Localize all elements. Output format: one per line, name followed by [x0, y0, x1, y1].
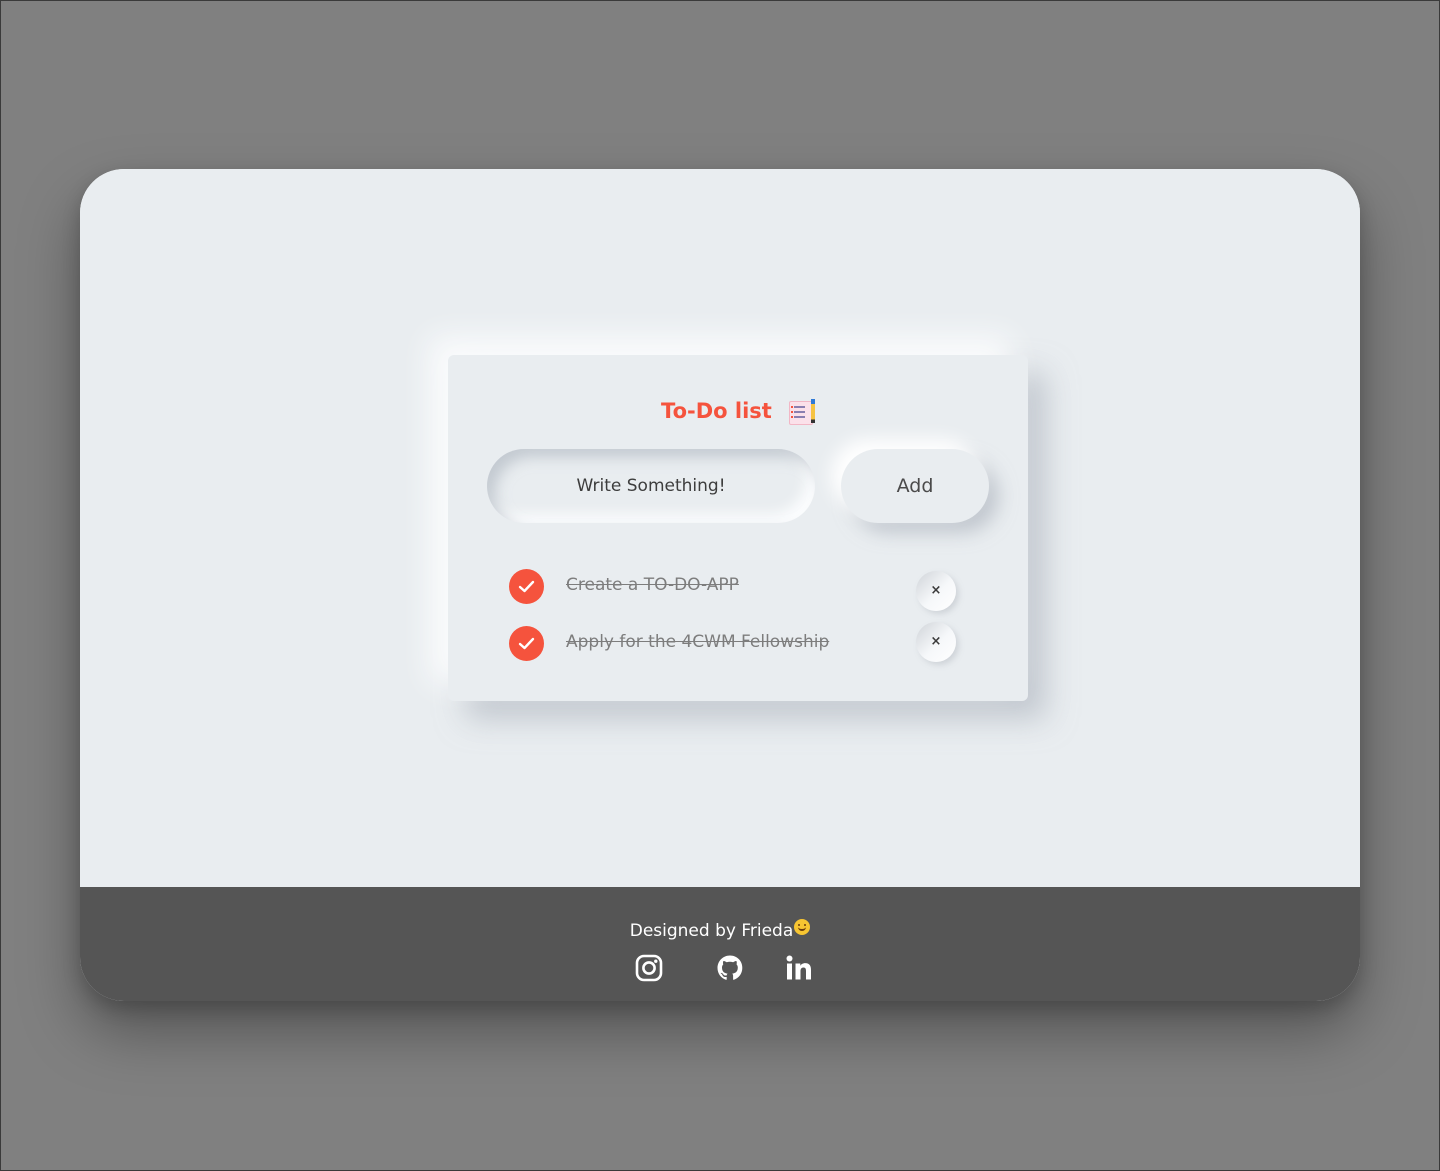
task-text: Create a TO-DO-APP: [566, 575, 739, 595]
task-item: Apply for the 4CWM Fellowship ×: [509, 622, 969, 663]
task-text: Apply for the 4CWM Fellowship: [566, 632, 830, 652]
credit-text: Designed by Frieda: [629, 921, 794, 941]
task-checkbox[interactable]: [509, 569, 544, 604]
title-row: To-Do list: [448, 399, 1028, 429]
social-links: [80, 953, 1360, 983]
delete-task-button[interactable]: ×: [916, 571, 956, 611]
footer-credit: Designed by Frieda: [80, 919, 1360, 941]
delete-task-button[interactable]: ×: [916, 622, 956, 662]
task-item: Create a TO-DO-APP ×: [509, 566, 969, 611]
main-content: To-Do list Add Create a TO-DO-APP: [80, 169, 1360, 887]
task-checkbox[interactable]: [509, 626, 544, 661]
todo-card: To-Do list Add Create a TO-DO-APP: [448, 355, 1028, 701]
instagram-link[interactable]: [634, 953, 664, 983]
check-icon: [518, 580, 535, 593]
linkedin-link[interactable]: [784, 953, 814, 983]
github-link[interactable]: [715, 953, 745, 983]
smiling-face-icon: [794, 919, 811, 935]
instagram-icon: [635, 954, 663, 982]
footer: Designed by Frieda: [80, 887, 1360, 1001]
linkedin-icon: [786, 955, 811, 980]
task-input[interactable]: [487, 449, 815, 523]
memo-pad-icon: [788, 399, 815, 425]
github-icon: [717, 955, 743, 980]
check-icon: [518, 637, 535, 650]
add-button[interactable]: Add: [841, 449, 989, 523]
page-title: To-Do list: [661, 399, 772, 423]
app-window: To-Do list Add Create a TO-DO-APP: [80, 169, 1360, 1001]
